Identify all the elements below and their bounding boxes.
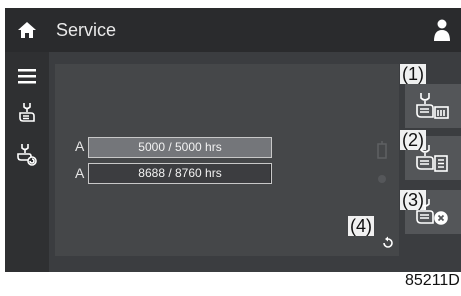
service-screen: Service A 5000 / 5000 hrs A 8688 / 8760 … [5, 8, 461, 272]
callout-3: (3) [400, 190, 426, 210]
sidebar [5, 52, 49, 272]
callout-1: (1) [400, 64, 426, 84]
service-row-1-letter: A [75, 138, 85, 154]
menu-icon [18, 69, 36, 84]
service-row-1-bar: 5000 / 5000 hrs [88, 137, 272, 158]
scroll-up-icon [377, 141, 387, 159]
wrench-reset-icon [17, 144, 37, 166]
home-button[interactable] [5, 8, 49, 52]
page-title: Service [56, 20, 117, 40]
figure-code: 85211D [405, 272, 460, 289]
service-plan-button[interactable] [405, 84, 461, 128]
menu-button[interactable] [11, 60, 43, 92]
service-plan-icon [416, 93, 449, 119]
service-row-2-value: 8688 / 8760 hrs [138, 166, 222, 180]
wrench-hand-icon [19, 103, 35, 122]
service-row-1-value: 5000 / 5000 hrs [138, 140, 222, 154]
sidebar-service-button[interactable] [11, 96, 43, 128]
reset-icon[interactable] [381, 236, 395, 250]
callout-4: (4) [348, 216, 374, 236]
callout-2: (2) [400, 130, 426, 150]
home-icon [18, 22, 36, 38]
service-row-2-letter: A [75, 165, 85, 181]
title-bar: Service [5, 8, 461, 52]
scroll-down-icon [378, 175, 386, 183]
service-row-2-bar: 8688 / 8760 hrs [88, 163, 272, 184]
sidebar-service-reset-button[interactable] [11, 138, 43, 170]
user-icon[interactable] [431, 18, 453, 42]
